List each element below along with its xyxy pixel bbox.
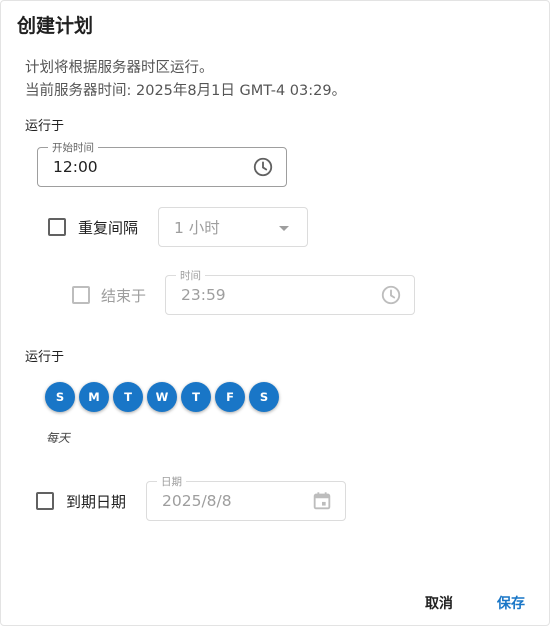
expiry-date-value: 2025/8/8 xyxy=(162,492,232,510)
end-time-value: 23:59 xyxy=(181,286,226,304)
end-at-label: 结束于 xyxy=(101,287,147,305)
weekday-selector: S M T W T F S xyxy=(45,382,283,412)
clock-icon[interactable] xyxy=(252,156,274,178)
end-time-label: 时间 xyxy=(176,268,205,283)
day-friday[interactable]: F xyxy=(215,382,245,412)
repeat-interval-select[interactable]: 1 小时 xyxy=(158,207,308,247)
start-time-value: 12:00 xyxy=(53,158,98,176)
expiry-checkbox[interactable] xyxy=(36,492,54,510)
run-time-section-label: 运行于 xyxy=(25,119,65,134)
days-summary: 每天 xyxy=(46,431,71,445)
clock-icon[interactable] xyxy=(380,284,402,306)
timezone-description: 计划将根据服务器时区运行。 xyxy=(25,60,214,76)
end-time-field[interactable]: 时间 23:59 xyxy=(165,268,415,315)
create-schedule-dialog: 创建计划 计划将根据服务器时区运行。 当前服务器时间: 2025年8月1日 GM… xyxy=(0,0,550,626)
server-time-text: 当前服务器时间: 2025年8月1日 GMT-4 03:29。 xyxy=(25,83,347,99)
run-days-section-label: 运行于 xyxy=(25,350,65,365)
cancel-button[interactable]: 取消 xyxy=(425,593,453,613)
repeat-label: 重复间隔 xyxy=(78,219,139,237)
day-tuesday[interactable]: T xyxy=(113,382,143,412)
day-thursday[interactable]: T xyxy=(181,382,211,412)
dialog-title: 创建计划 xyxy=(17,15,94,37)
calendar-icon[interactable] xyxy=(311,490,333,512)
expiry-label: 到期日期 xyxy=(66,493,127,511)
save-button[interactable]: 保存 xyxy=(497,593,525,613)
repeat-interval-value: 1 小时 xyxy=(174,219,220,237)
day-sunday[interactable]: S xyxy=(45,382,75,412)
expiry-date-field[interactable]: 日期 2025/8/8 xyxy=(146,474,346,521)
day-monday[interactable]: M xyxy=(79,382,109,412)
expiry-date-label: 日期 xyxy=(157,474,186,489)
day-saturday[interactable]: S xyxy=(249,382,279,412)
start-time-label: 开始时间 xyxy=(48,140,98,155)
start-time-field[interactable]: 开始时间 12:00 xyxy=(37,140,287,187)
dropdown-caret-icon xyxy=(279,226,289,231)
day-wednesday[interactable]: W xyxy=(147,382,177,412)
end-at-checkbox[interactable] xyxy=(72,286,90,304)
repeat-checkbox[interactable] xyxy=(48,218,66,236)
